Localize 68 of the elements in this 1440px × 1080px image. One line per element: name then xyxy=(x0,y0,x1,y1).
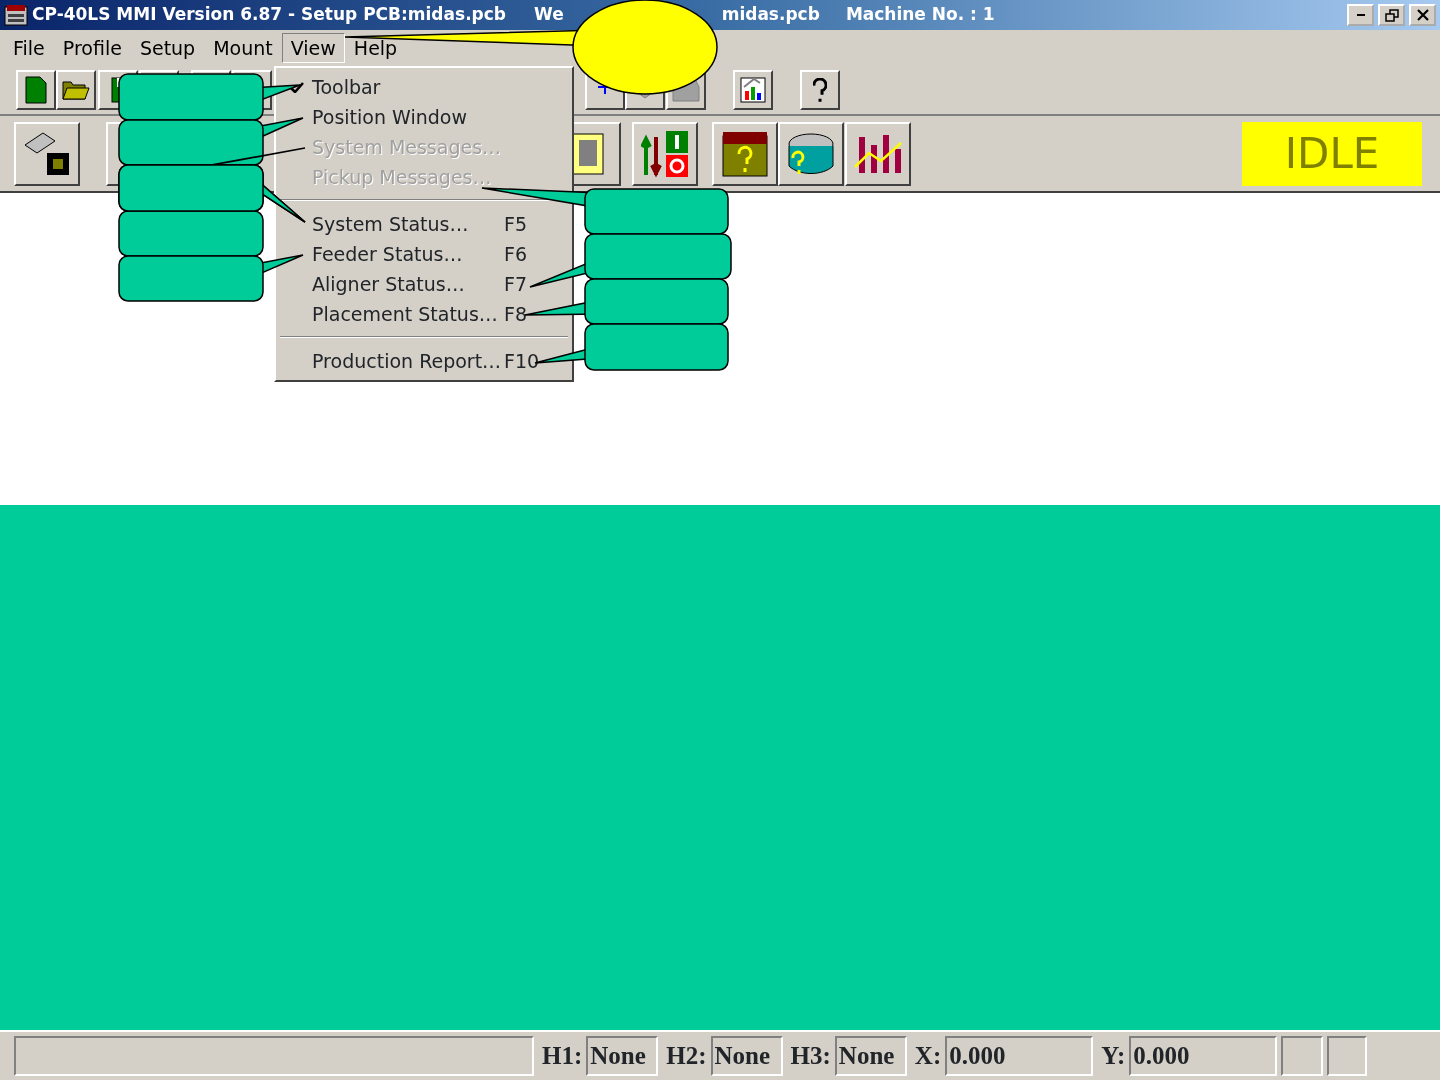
bar-chart-icon xyxy=(740,77,766,103)
close-button[interactable] xyxy=(1409,4,1436,26)
restore-button[interactable] xyxy=(1378,4,1405,26)
shortcut-label: F5 xyxy=(504,211,528,237)
status-label: H3: xyxy=(790,1041,831,1072)
menu-option[interactable]: Production Report…F10 xyxy=(278,346,570,376)
toolbar-button[interactable] xyxy=(16,70,56,110)
shortcut-label: F7 xyxy=(504,271,528,297)
status-value: None xyxy=(710,1036,783,1076)
status-label: H1: xyxy=(542,1041,583,1072)
restore-icon xyxy=(1384,8,1399,22)
status-label: Y: xyxy=(1101,1041,1126,1072)
menu-item[interactable]: Help xyxy=(344,32,407,64)
power-switch-icon xyxy=(641,129,689,178)
feeder-help-icon xyxy=(788,132,834,175)
menu-option-label: System Status… xyxy=(312,211,470,237)
minimize-icon xyxy=(1355,13,1366,17)
menu-option[interactable]: System Status… F5 xyxy=(278,209,570,239)
status-value: None xyxy=(834,1036,907,1076)
menu-option-label: Feeder Status… xyxy=(312,241,464,267)
menu-item[interactable]: View xyxy=(281,32,345,64)
status-value: 0.000 xyxy=(945,1036,1094,1076)
status-value: 0.000 xyxy=(1129,1036,1278,1076)
menu-option-label: Production Report… xyxy=(312,348,503,374)
bar-chart-icon xyxy=(854,133,902,174)
window-title: midas.pcb xyxy=(721,3,820,27)
menu-option[interactable]: Placement Status… F8 xyxy=(278,299,570,329)
toolbar-button[interactable] xyxy=(712,121,778,186)
toolbar-button[interactable] xyxy=(778,121,844,186)
shortcut-label: F6 xyxy=(504,241,528,267)
toolbar-button[interactable] xyxy=(14,121,80,186)
window-title: We xyxy=(534,3,564,27)
toolbar-button[interactable] xyxy=(733,70,773,110)
menu-option[interactable]: Position Window xyxy=(278,102,570,132)
machine-state: IDLE xyxy=(1242,121,1422,186)
menu-item[interactable]: Setup xyxy=(130,32,205,64)
folder-icon xyxy=(62,80,90,100)
toolbar-button[interactable] xyxy=(845,121,911,186)
window-title: CP-40LS MMI Version 6.87 - Setup PCB:midas.pcb xyxy=(32,3,506,27)
menu-option-label: Toolbar xyxy=(312,74,382,100)
question-mark-icon xyxy=(813,77,827,103)
status-value: None xyxy=(586,1036,659,1076)
menu-item[interactable]: File xyxy=(4,32,54,64)
status-label: X: xyxy=(914,1041,942,1072)
menu-option[interactable]: Feeder Status… F6 xyxy=(278,239,570,269)
shortcut-label: F10 xyxy=(504,348,540,374)
menu-item[interactable]: Profile xyxy=(53,32,131,64)
menu-option[interactable]: Aligner Status… F7 xyxy=(278,269,570,299)
chip-icon xyxy=(24,131,70,176)
menu-option[interactable]: Toolbar xyxy=(278,72,570,102)
menu-option-label: Aligner Status… xyxy=(312,271,466,297)
toolbar-button[interactable] xyxy=(632,121,698,186)
shortcut-label: F8 xyxy=(504,301,528,327)
status-label: H2: xyxy=(666,1041,707,1072)
machine-help-icon xyxy=(722,130,768,177)
window-title: Machine No. : 1 xyxy=(845,3,995,27)
toolbar-button[interactable] xyxy=(800,70,840,110)
app-icon xyxy=(4,4,28,27)
menu-option-label: Position Window xyxy=(312,104,468,130)
status-panel xyxy=(1327,1036,1368,1076)
monitor-icon xyxy=(572,132,604,175)
close-icon xyxy=(1416,9,1429,21)
document-icon xyxy=(25,76,47,104)
toolbar-button[interactable] xyxy=(56,70,96,110)
minimize-button[interactable] xyxy=(1347,4,1374,26)
menu-option-label: Placement Status… xyxy=(312,301,499,327)
menu-item[interactable]: Mount xyxy=(204,32,282,64)
status-panel xyxy=(1281,1036,1324,1076)
